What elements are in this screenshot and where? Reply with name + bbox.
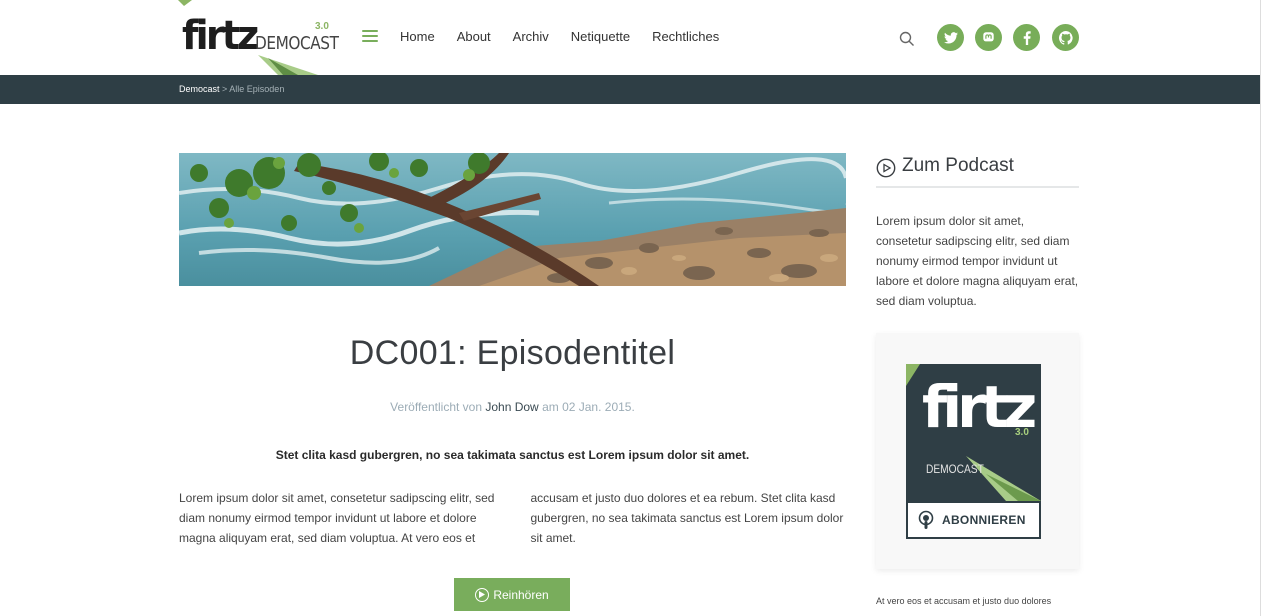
- sidebar-title: Zum Podcast: [902, 155, 1014, 176]
- logo-wordmark: firtz: [181, 13, 259, 59]
- episode-title: DC001: Episodentitel: [349, 334, 676, 372]
- play-circle-icon: [876, 158, 896, 178]
- search-icon[interactable]: [899, 31, 915, 47]
- github-icon[interactable]: [1052, 24, 1079, 51]
- episode-body: Lorem ipsum dolor sit amet, consetetur s…: [179, 491, 844, 545]
- episode-author[interactable]: John Dow: [485, 400, 538, 414]
- podcast-cover-image[interactable]: firtz 3.0 DEMOCAST: [906, 364, 1041, 501]
- nav-about[interactable]: About: [457, 29, 491, 44]
- nav-archiv[interactable]: Archiv: [513, 29, 549, 44]
- logo-democast: DEMOCAST: [255, 33, 339, 54]
- play-icon: [475, 587, 490, 602]
- subscribe-label: ABONNIEREN: [942, 513, 1026, 527]
- menu-hamburger-icon[interactable]: [362, 30, 378, 44]
- main-nav: Home About Archiv Netiquette Rechtliches: [400, 29, 741, 44]
- twitter-icon[interactable]: [937, 24, 964, 51]
- listen-button-label: Reinhören: [493, 587, 549, 602]
- subscribe-button[interactable]: ABONNIEREN: [906, 501, 1041, 539]
- site-header: firtz DEMOCAST 3.0 Home About Archiv Net…: [0, 0, 1261, 75]
- breadcrumb-current[interactable]: Alle Episoden: [229, 84, 284, 94]
- breadcrumb: Democast > Alle Episoden: [179, 84, 285, 94]
- breadcrumb-bar: Democast > Alle Episoden: [0, 75, 1261, 104]
- logo-version: 3.0: [315, 21, 329, 32]
- sidebar-heading: Zum Podcast: [876, 155, 1079, 188]
- nav-rechtliches[interactable]: Rechtliches: [652, 29, 719, 44]
- sidebar-footer-text: At vero eos et accusam et justo duo dolo…: [876, 596, 1052, 606]
- episode-hero-image: [179, 153, 846, 286]
- nav-home[interactable]: Home: [400, 29, 435, 44]
- podcast-cover-card: firtz 3.0 DEMOCAST ABONNIEREN: [876, 333, 1079, 569]
- episode-meta: Veröffentlicht von John Dow am 02 Jan. 2…: [390, 400, 635, 414]
- facebook-icon[interactable]: [1013, 24, 1040, 51]
- episode-date: 02 Jan. 2015.: [562, 400, 635, 414]
- site-logo[interactable]: firtz DEMOCAST 3.0: [178, 0, 339, 75]
- breadcrumb-home[interactable]: Democast: [179, 84, 220, 94]
- mastodon-icon[interactable]: [975, 24, 1002, 51]
- listen-button[interactable]: Reinhören: [454, 578, 570, 611]
- cover-democast: DEMOCAST: [926, 462, 984, 476]
- logo-triangle-decoration: [258, 55, 318, 75]
- podcast-icon: [918, 510, 934, 529]
- episode-lead: Stet clita kasd gubergren, no sea takima…: [275, 448, 750, 462]
- sidebar-text: Lorem ipsum dolor sit amet, consetetur s…: [876, 214, 1079, 308]
- cover-version: 3.0: [1015, 427, 1029, 438]
- nav-netiquette[interactable]: Netiquette: [571, 29, 630, 44]
